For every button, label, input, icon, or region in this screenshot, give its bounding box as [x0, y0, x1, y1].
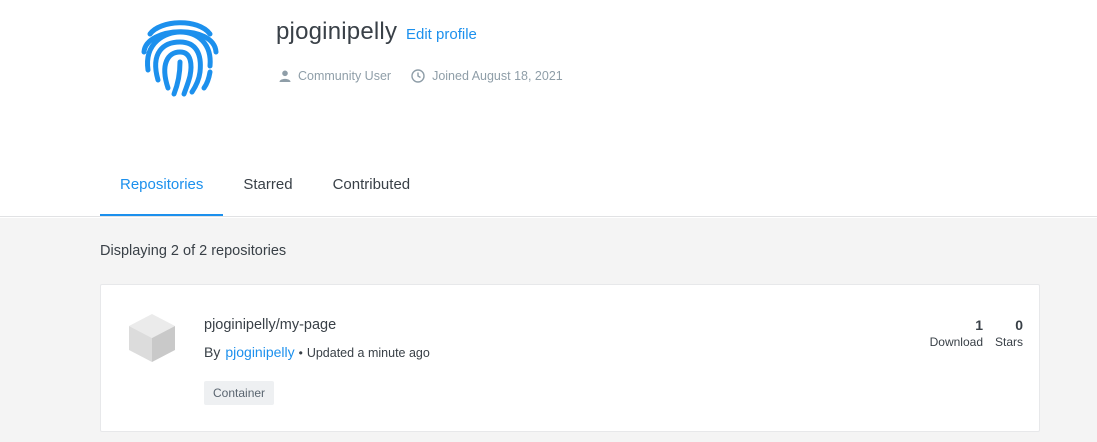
- by-label: By: [204, 344, 221, 360]
- stars-count: 0: [1015, 317, 1023, 333]
- joined-date-label: Joined August 18, 2021: [432, 69, 563, 83]
- user-icon: [279, 70, 291, 82]
- clock-icon: [411, 69, 425, 83]
- stars-stat: 0 Stars: [995, 317, 1023, 349]
- fingerprint-icon: [141, 20, 219, 97]
- profile-tabs: Repositories Starred Contributed: [100, 166, 430, 217]
- repositories-panel: Displaying 2 of 2 repositories pjoginipe…: [0, 218, 1097, 442]
- repository-owner-line: By pjoginipelly • Updated a minute ago: [204, 344, 430, 360]
- repository-owner-link[interactable]: pjoginipelly: [225, 344, 294, 360]
- downloads-label: Download: [929, 335, 983, 349]
- user-type: Community User: [279, 69, 391, 83]
- edit-profile-link[interactable]: Edit profile: [406, 26, 477, 43]
- downloads-count: 1: [975, 317, 983, 333]
- tab-contributed[interactable]: Contributed: [313, 166, 431, 216]
- separator-dot: •: [298, 346, 303, 360]
- repositories-count: Displaying 2 of 2 repositories: [100, 243, 287, 259]
- profile-header: pjoginipelly Edit profile Community User…: [0, 0, 1097, 217]
- repository-type-badge: Container: [204, 381, 275, 405]
- package-cube-icon: [129, 314, 175, 362]
- repository-card[interactable]: pjoginipelly/my-page By pjoginipelly • U…: [100, 284, 1040, 432]
- profile-meta: Community User Joined August 18, 2021: [279, 67, 583, 85]
- stars-label: Stars: [994, 335, 1023, 349]
- profile-username: pjoginipelly: [276, 18, 398, 45]
- repository-name[interactable]: pjoginipelly/my-page: [204, 317, 336, 333]
- user-type-label: Community User: [298, 69, 392, 83]
- repository-updated: Updated a minute ago: [306, 346, 430, 360]
- tab-repositories[interactable]: Repositories: [100, 166, 224, 216]
- downloads-stat: 1 Download: [930, 317, 983, 349]
- joined-date: Joined August 18, 2021: [411, 69, 563, 83]
- tab-starred[interactable]: Starred: [223, 166, 312, 216]
